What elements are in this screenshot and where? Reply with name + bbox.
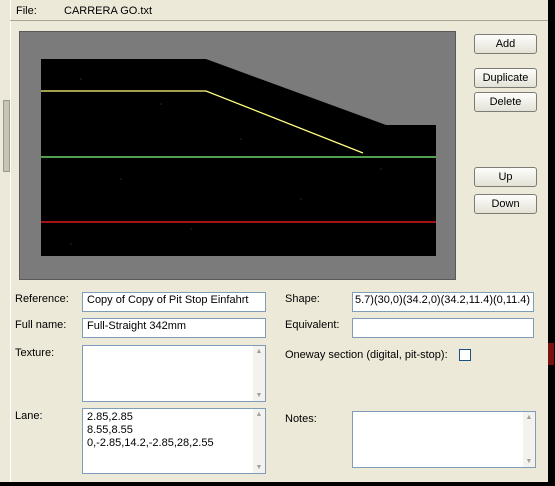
- down-button[interactable]: Down: [474, 194, 537, 214]
- file-name: CARRERA GO.txt: [64, 5, 153, 17]
- lane-value: 2.85,2.85 8.55,8.55 0,-2.85,14.2,-2.85,2…: [87, 411, 214, 450]
- duplicate-button[interactable]: Duplicate: [474, 68, 537, 88]
- full-name-field[interactable]: Full-Straight 342mm: [82, 318, 266, 338]
- notes-scrollbar[interactable]: ▲ ▼: [523, 412, 535, 467]
- reference-label: Reference:: [15, 293, 69, 305]
- reference-field[interactable]: Copy of Copy of Pit Stop Einfahrt: [82, 292, 266, 312]
- delete-button[interactable]: Delete: [474, 92, 537, 112]
- header-divider: [10, 20, 548, 21]
- texture-field[interactable]: ▲ ▼: [82, 345, 266, 402]
- scroll-down-icon[interactable]: ▼: [253, 462, 265, 473]
- oneway-checkbox[interactable]: [459, 349, 471, 361]
- lane-scrollbar[interactable]: ▲ ▼: [253, 409, 265, 473]
- lane-line-2: 8.55,8.55: [87, 424, 133, 436]
- up-button[interactable]: Up: [474, 167, 537, 187]
- left-panel-edge: [0, 0, 11, 482]
- track-editor-window: File: CARRERA GO.txt Add Duplicate Delet…: [0, 0, 548, 482]
- window-edge: [548, 0, 555, 486]
- background-marker: [548, 343, 554, 365]
- notes-field[interactable]: ▲ ▼: [352, 411, 536, 468]
- track-preview: [19, 31, 456, 280]
- scroll-down-icon[interactable]: ▼: [523, 456, 535, 467]
- shape-label: Shape:: [285, 293, 320, 305]
- scroll-up-icon[interactable]: ▲: [253, 409, 265, 420]
- lane-field[interactable]: 2.85,2.85 8.55,8.55 0,-2.85,14.2,-2.85,2…: [82, 408, 266, 474]
- file-label: File:: [16, 5, 37, 17]
- lane-line-1: 2.85,2.85: [87, 411, 133, 423]
- lane-label: Lane:: [15, 410, 43, 422]
- scroll-up-icon[interactable]: ▲: [253, 346, 265, 357]
- add-button[interactable]: Add: [474, 34, 537, 54]
- full-name-label: Full name:: [15, 319, 67, 331]
- notes-label: Notes:: [285, 413, 317, 425]
- shape-field[interactable]: 5.7)(30,0)(34.2,0)(34.2,11.4)(0,11.4): [352, 292, 534, 312]
- lane-line-3: 0,-2.85,14.2,-2.85,28,2.55: [87, 437, 214, 449]
- scroll-down-icon[interactable]: ▼: [253, 390, 265, 401]
- texture-scrollbar[interactable]: ▲ ▼: [253, 346, 265, 401]
- oneway-label: Oneway section (digital, pit-stop):: [285, 349, 448, 361]
- equivalent-label: Equivalent:: [285, 319, 340, 331]
- left-scrollbar-thumb[interactable]: [3, 100, 10, 172]
- scroll-up-icon[interactable]: ▲: [523, 412, 535, 423]
- equivalent-field[interactable]: [352, 318, 534, 338]
- texture-label: Texture:: [15, 347, 55, 359]
- track-preview-canvas: [41, 59, 436, 256]
